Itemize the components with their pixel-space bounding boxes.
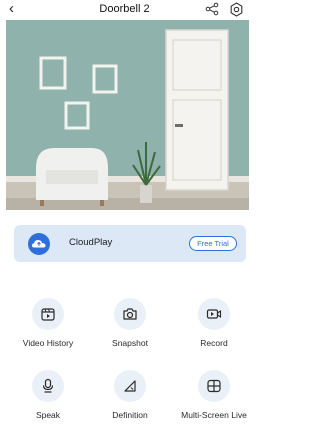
free-trial-button[interactable]: Free Trial — [189, 236, 237, 251]
top-bar: ‹ Doorbell 2 — [0, 0, 249, 20]
speak-button[interactable]: Speak — [8, 370, 88, 430]
settings-button[interactable] — [229, 2, 244, 17]
cloudplay-label: CloudPlay — [69, 237, 113, 248]
video-history-icon — [41, 308, 55, 321]
record-button[interactable]: Record — [174, 298, 254, 358]
share-icon — [205, 2, 219, 16]
multi-screen-live-label: Multi-Screen Live — [181, 410, 247, 420]
video-history-button[interactable]: Video History — [8, 298, 88, 358]
video-history-label: Video History — [22, 338, 74, 348]
definition-icon — [124, 380, 136, 392]
snapshot-button[interactable]: Snapshot — [90, 298, 170, 358]
multi-screen-live-button[interactable]: Multi-Screen Live — [174, 370, 254, 430]
speak-label: Speak — [35, 410, 61, 420]
definition-label: Definition — [112, 410, 148, 420]
microphone-icon — [42, 378, 54, 393]
record-icon — [206, 309, 222, 319]
camera-feed-image — [6, 20, 249, 210]
cloudplay-card[interactable]: CloudPlay Free Trial — [14, 225, 246, 262]
record-label: Record — [200, 338, 228, 348]
definition-button[interactable]: Definition — [90, 370, 170, 430]
camera-icon — [123, 308, 137, 320]
share-button[interactable] — [205, 2, 219, 16]
snapshot-label: Snapshot — [112, 338, 148, 348]
gear-icon — [230, 2, 243, 17]
cloud-icon — [28, 233, 50, 255]
multi-screen-icon — [207, 379, 221, 393]
live-video-view[interactable] — [6, 20, 249, 210]
